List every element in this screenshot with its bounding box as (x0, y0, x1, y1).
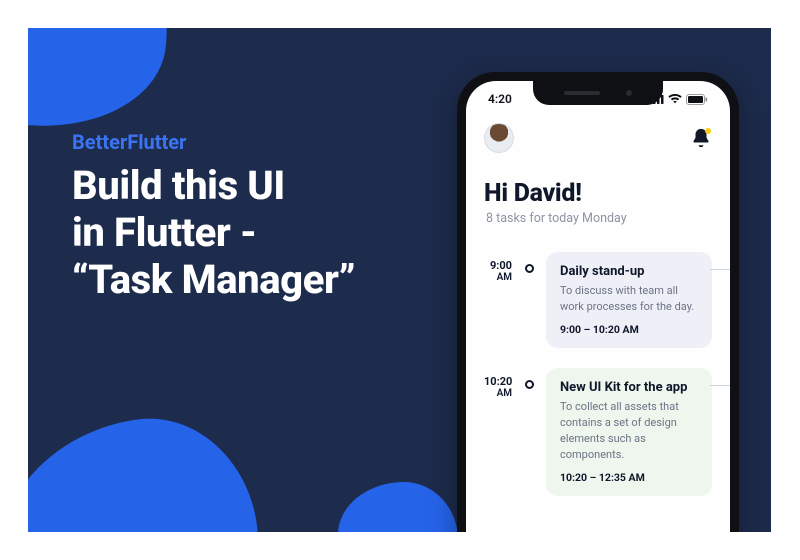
decorative-blob (28, 28, 181, 143)
task-row: 9:00 AM Daily stand-up To discuss with t… (484, 252, 712, 348)
headline: Build this UI in Flutter - “Task Manager… (72, 162, 355, 304)
task-row: 10:20 AM New UI Kit for the app To colle… (484, 368, 712, 496)
status-time: 4:20 (488, 92, 512, 106)
notification-dot-icon (705, 128, 711, 134)
phone-screen: 4:20 Hi David! 8 tasks for today Monday (466, 81, 730, 532)
brand-label: BetterFlutter (72, 130, 355, 154)
task-card[interactable]: New UI Kit for the app To collect all as… (546, 368, 712, 496)
phone-notch (533, 81, 663, 105)
timeline-marker (522, 252, 536, 273)
promo-text: BetterFlutter Build this UI in Flutter -… (72, 130, 355, 304)
headline-line: Build this UI (72, 162, 285, 209)
time-hour: 10:20 (484, 376, 512, 388)
phone-mockup: 4:20 Hi David! 8 tasks for today Monday (457, 72, 739, 532)
timeline-marker (522, 368, 536, 389)
task-card[interactable]: Daily stand-up To discuss with team all … (546, 252, 712, 348)
headline-line: in Flutter - (72, 209, 256, 256)
time-ampm: AM (484, 272, 512, 283)
marker-dot-icon (525, 264, 534, 273)
decorative-blob (28, 405, 273, 532)
task-time-range: 9:00 – 10:20 AM (560, 323, 698, 336)
task-title: New UI Kit for the app (560, 380, 698, 395)
wifi-icon (668, 94, 682, 104)
task-description: To collect all assets that contains a se… (560, 399, 698, 463)
greeting-title: Hi David! (484, 179, 712, 208)
speaker-slot (564, 91, 600, 95)
promo-banner: BetterFlutter Build this UI in Flutter -… (28, 28, 771, 532)
time-hour: 9:00 (484, 260, 512, 272)
task-title: Daily stand-up (560, 264, 698, 279)
task-time-label: 10:20 AM (484, 368, 512, 399)
task-description: To discuss with team all work processes … (560, 283, 698, 315)
subtitle: 8 tasks for today Monday (484, 211, 712, 226)
time-ampm: AM (484, 388, 512, 399)
decorative-blob (338, 482, 458, 532)
camera-dot (626, 90, 632, 96)
task-list: 9:00 AM Daily stand-up To discuss with t… (484, 252, 712, 496)
task-time-range: 10:20 – 12:35 AM (560, 471, 698, 484)
avatar[interactable] (484, 123, 514, 153)
task-time-label: 9:00 AM (484, 252, 512, 283)
notifications-button[interactable] (690, 127, 712, 149)
marker-dot-icon (525, 380, 534, 389)
headline-line: “Task Manager” (72, 256, 355, 303)
battery-icon (686, 94, 708, 105)
